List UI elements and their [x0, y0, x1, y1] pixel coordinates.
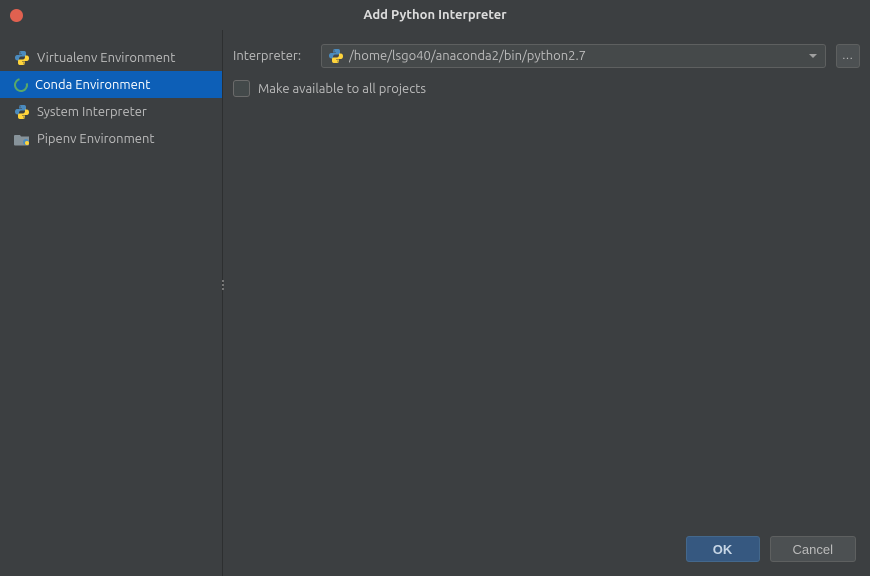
close-icon[interactable]	[10, 9, 23, 22]
sidebar-item-system[interactable]: System Interpreter	[0, 98, 222, 125]
python-icon	[14, 50, 30, 66]
interpreter-row: Interpreter: /home/lsgo40/anaconda2/bin/…	[233, 44, 860, 68]
sidebar-item-label: Virtualenv Environment	[37, 51, 175, 65]
cancel-button[interactable]: Cancel	[770, 536, 856, 562]
browse-button[interactable]: ...	[836, 44, 860, 68]
content: Virtualenv Environment Conda Environment…	[0, 30, 870, 576]
titlebar: Add Python Interpreter	[0, 0, 870, 30]
interpreter-label: Interpreter:	[233, 49, 311, 63]
available-all-projects-label: Make available to all projects	[258, 82, 426, 96]
sidebar: Virtualenv Environment Conda Environment…	[0, 30, 222, 576]
python-icon	[14, 104, 30, 120]
available-all-projects-checkbox[interactable]	[233, 80, 250, 97]
folder-python-icon	[14, 132, 30, 146]
resize-handle[interactable]	[222, 280, 225, 292]
sidebar-item-label: Conda Environment	[35, 78, 150, 92]
sidebar-item-label: Pipenv Environment	[37, 132, 155, 146]
sidebar-item-label: System Interpreter	[37, 105, 147, 119]
interpreter-value: /home/lsgo40/anaconda2/bin/python2.7	[349, 49, 804, 63]
conda-icon	[14, 78, 28, 92]
button-bar: OK Cancel	[686, 536, 856, 562]
window-title: Add Python Interpreter	[363, 8, 506, 22]
main-panel: Interpreter: /home/lsgo40/anaconda2/bin/…	[222, 30, 870, 576]
sidebar-item-pipenv[interactable]: Pipenv Environment	[0, 125, 222, 152]
sidebar-item-conda[interactable]: Conda Environment	[0, 71, 222, 98]
sidebar-item-virtualenv[interactable]: Virtualenv Environment	[0, 44, 222, 71]
chevron-down-icon	[809, 54, 817, 58]
ok-button[interactable]: OK	[686, 536, 760, 562]
python-icon	[328, 48, 344, 64]
interpreter-dropdown[interactable]: /home/lsgo40/anaconda2/bin/python2.7	[321, 44, 826, 68]
available-all-projects-row: Make available to all projects	[233, 80, 860, 97]
